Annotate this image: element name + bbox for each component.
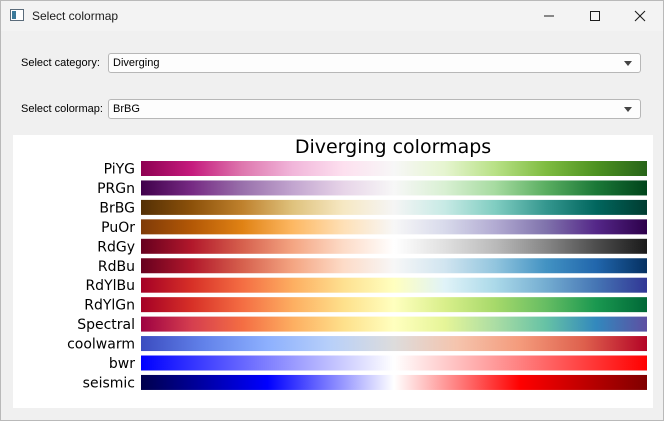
colormap-label-coolwarm: coolwarm bbox=[67, 337, 135, 353]
title-bar[interactable]: Select colormap bbox=[1, 1, 663, 31]
category-select[interactable]: Diverging bbox=[108, 53, 641, 73]
colormap-label-rdgy: RdGy bbox=[97, 239, 135, 255]
colormap-figure-canvas: Diverging colormaps PiYG PRGn BrBG PuOr RdGy… bbox=[67, 136, 647, 391]
colormap-select[interactable]: BrBG bbox=[108, 99, 641, 119]
maximize-icon bbox=[590, 11, 600, 21]
colormap-label-piyg: PiYG bbox=[104, 162, 135, 178]
colormap-rows: PiYG PRGn BrBG PuOr RdGy RdBu RdYlBu RdYlGn Spec… bbox=[67, 161, 647, 391]
chevron-down-icon bbox=[624, 107, 632, 112]
colormap-figure: Diverging colormaps PiYG PRGn BrBG PuOr RdGy… bbox=[13, 135, 653, 408]
close-button[interactable] bbox=[617, 1, 663, 31]
chevron-down-icon bbox=[624, 61, 632, 66]
minimize-icon bbox=[544, 15, 554, 17]
colormap-dialog-window: Select colormap Select category: Divergi… bbox=[0, 0, 664, 421]
colormap-bar-spectral bbox=[141, 316, 647, 332]
colormap-label-bwr: bwr bbox=[109, 356, 135, 372]
colormap-bar-puor bbox=[141, 219, 647, 235]
figure-title: Diverging colormaps bbox=[295, 136, 491, 158]
colormap-select-value: BrBG bbox=[113, 103, 140, 115]
colormap-bar-prgn bbox=[141, 180, 647, 196]
colormap-bar-rdylbu bbox=[141, 277, 647, 293]
colormap-label-rdbu: RdBu bbox=[98, 259, 135, 275]
colormap-bar-brbg bbox=[141, 199, 647, 215]
colormap-bar-rdgy bbox=[141, 238, 647, 254]
colormap-bar-rdylgn bbox=[141, 297, 647, 313]
colormap-bar-coolwarm bbox=[141, 336, 647, 352]
colormap-bar-seismic bbox=[141, 374, 647, 390]
category-label: Select category: bbox=[21, 57, 100, 69]
colormap-label-rdylgn: RdYlGn bbox=[84, 298, 135, 314]
window-title: Select colormap bbox=[32, 9, 119, 23]
colormap-label-brbg: BrBG bbox=[99, 200, 135, 216]
colormap-label-puor: PuOr bbox=[101, 220, 135, 236]
colormap-label-prgn: PRGn bbox=[97, 181, 135, 197]
app-icon bbox=[10, 9, 24, 21]
close-icon bbox=[634, 10, 646, 22]
minimize-button[interactable] bbox=[526, 1, 572, 31]
colormap-label-seismic: seismic bbox=[83, 375, 135, 391]
colormap-label-spectral: Spectral bbox=[77, 317, 135, 333]
colormap-bar-rdbu bbox=[141, 258, 647, 274]
colormap-label: Select colormap: bbox=[21, 103, 103, 115]
colormap-label-rdylbu: RdYlBu bbox=[85, 278, 135, 294]
category-select-value: Diverging bbox=[113, 57, 160, 69]
colormap-bar-piyg bbox=[141, 161, 647, 176]
maximize-button[interactable] bbox=[572, 1, 618, 31]
colormap-bar-bwr bbox=[141, 355, 647, 371]
